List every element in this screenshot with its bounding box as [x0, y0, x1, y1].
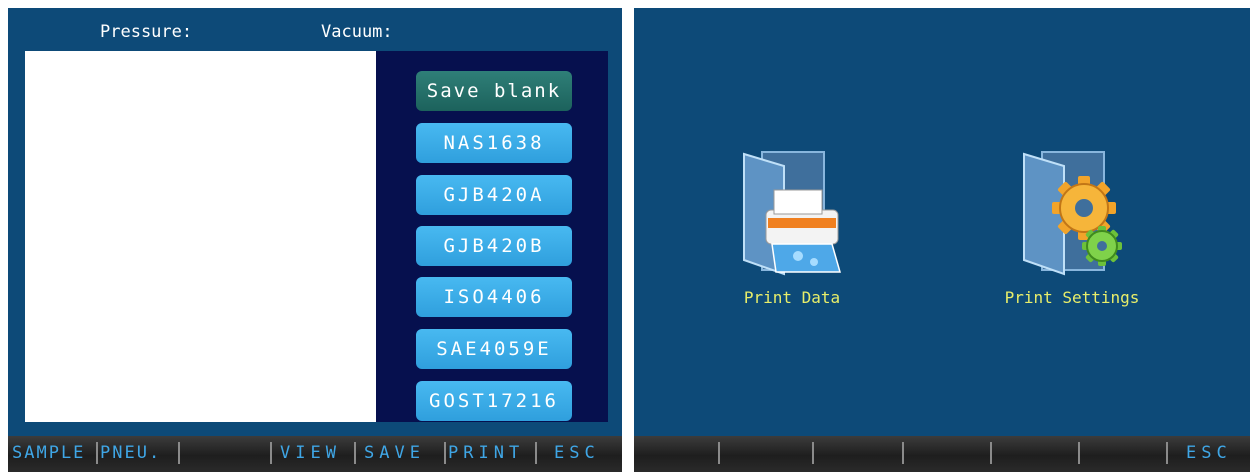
gost17216-button[interactable]: GOST17216: [416, 381, 572, 421]
result-display-area: [25, 51, 376, 422]
printer-folder-icon: [743, 151, 841, 276]
right-screen: Print Data Print Settings ESC: [634, 8, 1250, 472]
softkey-separator: [444, 442, 446, 464]
print-settings-menu-item[interactable]: Print Settings: [982, 148, 1162, 328]
iso4406-button[interactable]: ISO4406: [416, 277, 572, 317]
gjb420a-button[interactable]: GJB420A: [416, 175, 572, 215]
softkey-pneu[interactable]: PNEU.: [100, 443, 161, 463]
left-softkey-bar: SAMPLE PNEU. VIEW SAVE PRINT ESC: [8, 436, 622, 472]
softkey-separator: [812, 442, 814, 464]
save-blank-button[interactable]: Save blank: [416, 71, 572, 111]
print-data-label: Print Data: [743, 288, 841, 307]
softkey-separator: [990, 442, 992, 464]
right-softkey-bar: ESC: [634, 436, 1250, 472]
nas1638-button[interactable]: NAS1638: [416, 123, 572, 163]
softkey-separator: [178, 442, 180, 464]
left-screen: Pressure: Vacuum: Save blank NAS1638 GJB…: [8, 8, 622, 472]
softkey-esc[interactable]: ESC: [1186, 443, 1232, 463]
softkey-separator: [270, 442, 272, 464]
gjb420b-button[interactable]: GJB420B: [416, 226, 572, 266]
softkey-separator: [718, 442, 720, 464]
print-settings-label: Print Settings: [1004, 288, 1140, 307]
softkey-sample[interactable]: SAMPLE: [12, 443, 85, 463]
softkey-separator: [535, 442, 537, 464]
softkey-separator: [902, 442, 904, 464]
softkey-print[interactable]: PRINT: [448, 443, 524, 463]
softkey-separator: [96, 442, 98, 464]
gears-folder-icon: [1023, 151, 1122, 276]
pressure-label: Pressure:: [100, 22, 193, 42]
standards-panel: Save blank NAS1638 GJB420A GJB420B ISO44…: [376, 51, 608, 422]
sae4059e-button[interactable]: SAE4059E: [416, 329, 572, 369]
softkey-separator: [1166, 442, 1168, 464]
vacuum-label: Vacuum:: [321, 22, 393, 42]
softkey-save[interactable]: SAVE: [364, 443, 425, 463]
softkey-separator: [1078, 442, 1080, 464]
softkey-esc[interactable]: ESC: [554, 443, 600, 463]
softkey-separator: [354, 442, 356, 464]
softkey-view[interactable]: VIEW: [280, 443, 341, 463]
print-data-menu-item[interactable]: Print Data: [702, 148, 882, 328]
